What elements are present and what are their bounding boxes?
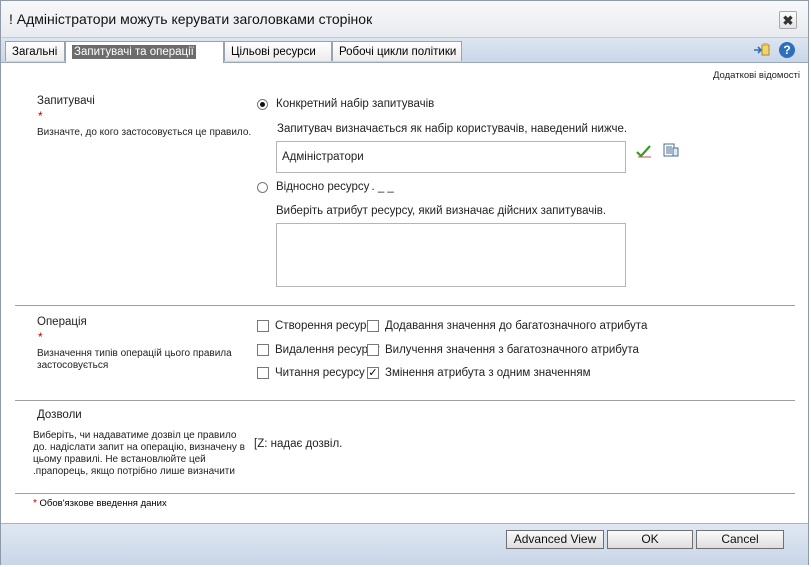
radio-specific-requestors[interactable] <box>257 99 268 110</box>
checkbox-remove-multivalue[interactable] <box>367 344 379 356</box>
checkbox-read-resource[interactable] <box>257 367 269 379</box>
checkbox-add-multivalue[interactable] <box>367 320 379 332</box>
tab-general[interactable]: Загальні <box>5 41 65 61</box>
permissions-description: Виберіть, чи надаватиме дозвіл це правил… <box>33 430 245 477</box>
checkbox-modify-single-value[interactable]: ✓ <box>367 367 379 379</box>
required-note: * Обов'язкове введення даних <box>33 498 167 509</box>
close-icon: ✖ <box>782 13 794 28</box>
grant-permission-checkbox-label[interactable]: [Z: надає дозвіл. <box>254 438 342 450</box>
operation-description: Визначення типів операцій цього правила … <box>37 348 232 371</box>
advanced-view-button[interactable]: Advanced View <box>506 530 604 549</box>
cancel-button[interactable]: Cancel <box>696 530 784 549</box>
radio-specific-label: Конкретний набір запитувачів <box>276 98 435 110</box>
radio-relative-label: Відносно ресурсу. _ _ <box>276 181 394 193</box>
tab-requestors-operations[interactable]: Запитувачі та операції <box>65 41 224 63</box>
section-divider <box>15 305 795 306</box>
checkmark-icon: ✓ <box>368 367 378 379</box>
check-name-icon[interactable] <box>635 143 653 159</box>
more-info-link[interactable]: Додаткові відомості <box>713 70 800 81</box>
tab-target-resources[interactable]: Цільові ресурси <box>224 41 332 61</box>
help-icon[interactable]: ? <box>779 42 795 58</box>
section-divider <box>15 400 795 401</box>
requestors-required-mark: * <box>38 109 43 123</box>
checkbox-create-resource[interactable] <box>257 320 269 332</box>
browse-icon[interactable] <box>662 142 680 159</box>
remove-multivalue-label: Вилучення значення з багатозначного атри… <box>385 344 639 356</box>
specific-help-text: Запитувач визначається як набір користув… <box>277 123 628 135</box>
delete-resource-label: Видалення ресурсу <box>275 344 380 356</box>
tab-policy-workflows[interactable]: Робочі цикли політики <box>332 41 462 61</box>
radio-relative-to-resource[interactable] <box>257 182 268 193</box>
close-button[interactable]: ✖ <box>779 11 797 29</box>
create-resource-label: Створення ресурсу <box>275 320 378 332</box>
operation-required-mark: * <box>38 330 43 344</box>
requestors-description: Визначте, до кого застосовується це прав… <box>37 127 252 138</box>
operation-title: Операція <box>37 316 87 328</box>
ok-button[interactable]: OK <box>607 530 693 549</box>
resource-attribute-input[interactable] <box>276 223 626 287</box>
read-resource-label: Читання ресурсу <box>275 367 365 379</box>
permissions-title: Дозволи <box>37 409 82 421</box>
requestors-title: Запитувачі <box>37 95 95 107</box>
requestors-input[interactable]: Адміністратори <box>276 141 626 173</box>
dialog-title: ! Адміністратори можуть керувати заголов… <box>9 11 373 27</box>
relative-help-text: Виберіть атрибут ресурсу, який визначає … <box>276 205 607 217</box>
modify-single-value-label: Змінення атрибута з одним значенням <box>385 367 591 379</box>
checkbox-delete-resource[interactable] <box>257 344 269 356</box>
add-multivalue-label: Додавання значення до багатозначного атр… <box>385 320 648 332</box>
add-to-list-icon[interactable] <box>753 41 771 59</box>
section-divider <box>15 493 795 494</box>
